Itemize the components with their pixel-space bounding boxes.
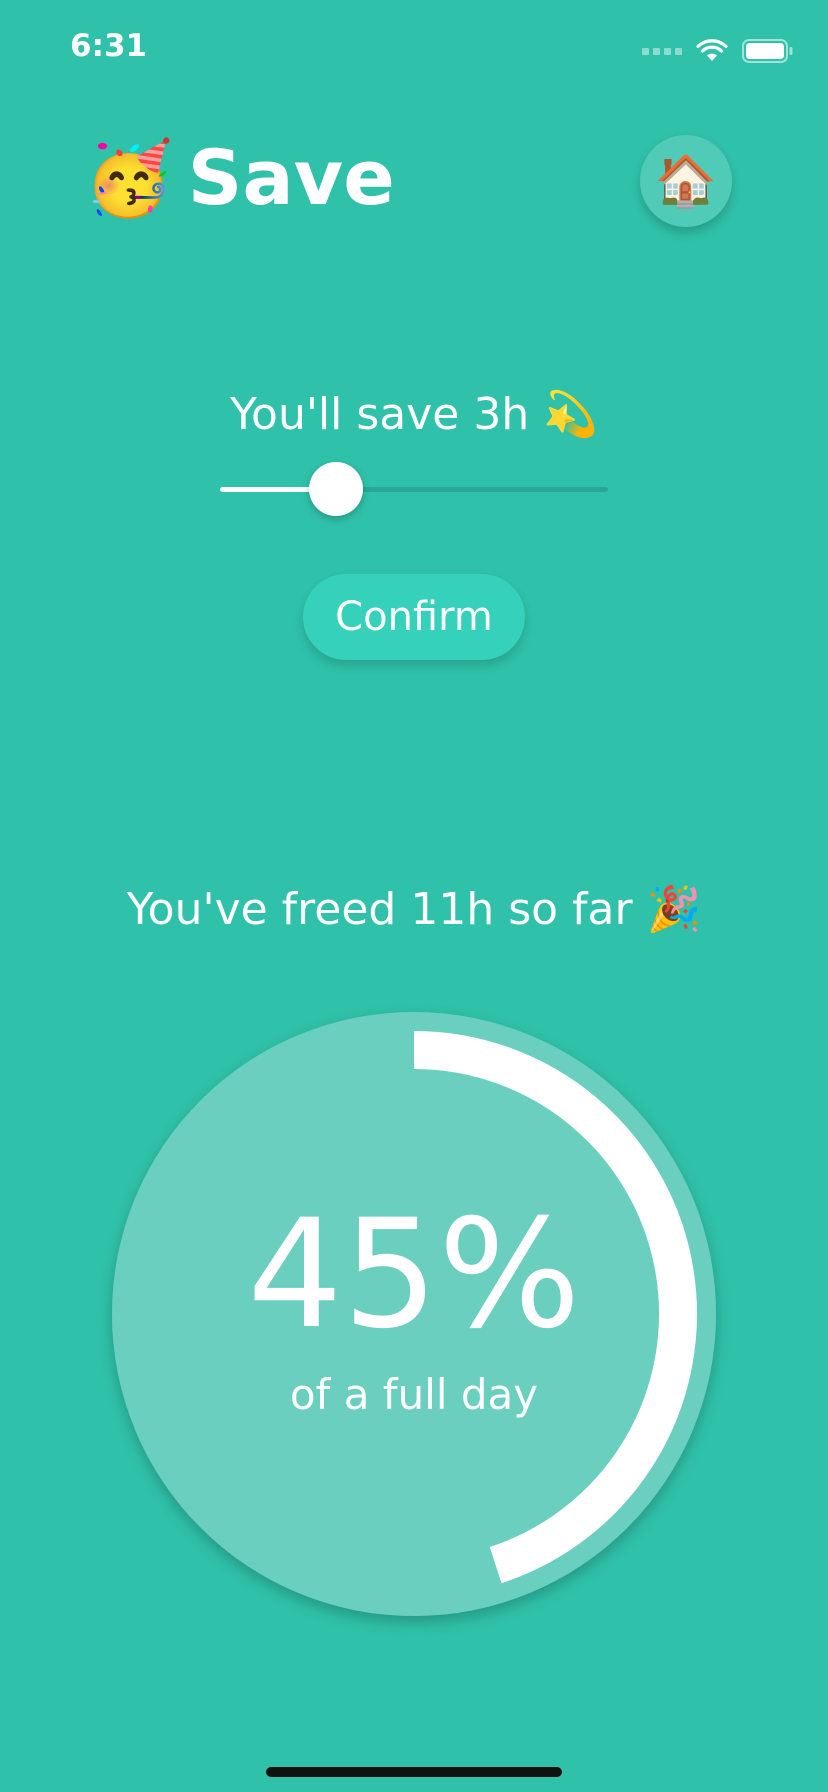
progress-center: 45% of a full day <box>100 1000 728 1628</box>
status-icons <box>642 36 794 66</box>
progress-percent: 45% <box>247 1188 581 1362</box>
home-button[interactable]: 🏠 <box>640 135 732 227</box>
save-hours-slider[interactable] <box>220 462 608 516</box>
home-indicator[interactable] <box>266 1767 562 1777</box>
freed-time-label: You've freed 11h so far 🎉 <box>126 884 702 935</box>
save-amount-label: You'll save 3h 💫 <box>229 389 598 440</box>
house-icon: 🏠 <box>654 152 718 210</box>
page-header: 🥳 Save <box>84 140 395 216</box>
battery-icon <box>742 39 793 63</box>
confirm-button[interactable]: Confirm <box>303 574 525 660</box>
cellular-signal-icon <box>642 47 682 55</box>
page-title: Save <box>187 133 395 222</box>
progress-caption: of a full day <box>289 1370 539 1419</box>
slider-thumb[interactable] <box>309 462 363 516</box>
status-time: 6:31 <box>70 28 148 64</box>
party-face-icon: 🥳 <box>84 136 174 220</box>
wifi-icon <box>696 39 728 61</box>
